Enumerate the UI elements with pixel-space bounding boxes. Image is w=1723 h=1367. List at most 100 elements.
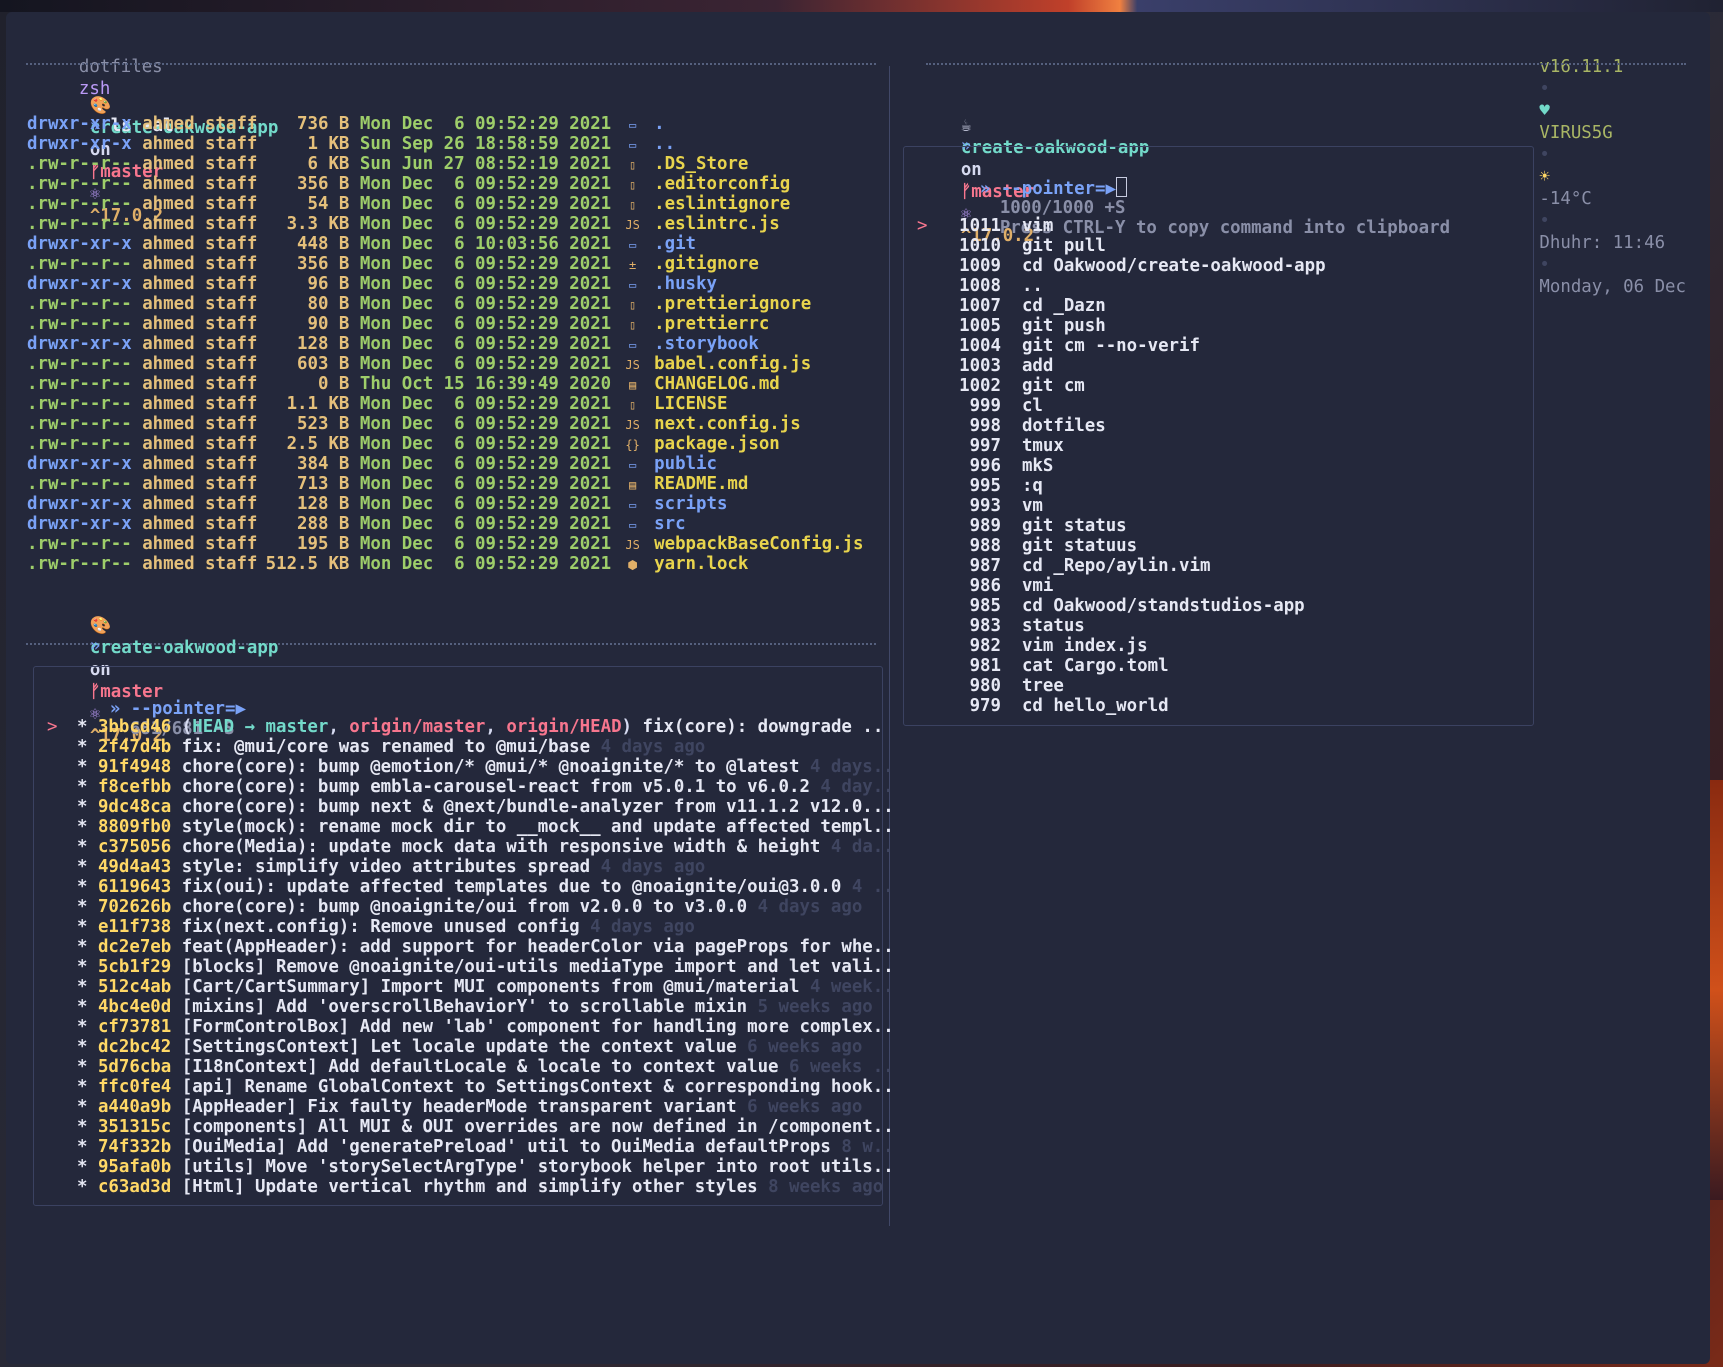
history-command: dotfiles [1021, 416, 1106, 436]
permissions: .rw-r--r-- [27, 294, 132, 314]
history-item[interactable]: 995 :q [917, 475, 1043, 497]
history-item[interactable]: 980 tree [917, 675, 1064, 697]
history-item[interactable]: 1004 git cm --no-verif [917, 335, 1200, 357]
history-item[interactable]: 993 vm [917, 495, 1043, 517]
history-item[interactable]: 985 cd Oakwood/standstudios-app [917, 595, 1305, 617]
commit-row[interactable]: * 8809fb0 style(mock): rename mock dir t… [47, 816, 894, 838]
git-log-query[interactable]: » --pointer=▶ [47, 676, 246, 719]
history-command: cl [1021, 396, 1043, 416]
permissions: .rw-r--r-- [27, 214, 132, 234]
history-item[interactable]: 986 vmi [917, 575, 1054, 597]
commit-row[interactable]: * dc2e7eb feat(AppHeader): add support f… [47, 936, 894, 958]
history-item[interactable]: 982 vim index.js [917, 635, 1148, 657]
history-item[interactable]: 981 cat Cargo.toml [917, 655, 1169, 677]
commit-message: [utils] Move 'storySelectArgType' storyb… [181, 1157, 894, 1177]
file-name: babel.config.js [654, 354, 812, 374]
history-item[interactable]: 1009 cd Oakwood/create-oakwood-app [917, 255, 1325, 277]
commit-row[interactable]: * 9dc48ca chore(core): bump next & @next… [47, 796, 894, 818]
file-size: 603 B [297, 354, 350, 374]
history-item[interactable]: 988 git statuus [917, 535, 1138, 557]
owner: ahmed [142, 214, 195, 234]
commit-row[interactable]: * f8cefbb chore(core): bump embla-carous… [47, 776, 894, 798]
history-item[interactable]: 1005 git push [917, 315, 1106, 337]
modified-date: Sun Jun 27 08:52:19 2021 [359, 154, 612, 174]
history-item[interactable]: 998 dotfiles [917, 415, 1106, 437]
commit-row[interactable]: >* 3bbcd46 HEAD → master, origin/master,… [47, 716, 883, 738]
history-item[interactable]: 1010 git pull [917, 235, 1106, 257]
group: staff [205, 294, 258, 314]
command-input-right[interactable]: » [898, 113, 971, 156]
file-size: 1 KB [307, 134, 350, 154]
file-row: .rw-r--r-- ahmed staff 80 B Mon Dec 6 09:… [27, 293, 811, 315]
owner: ahmed [142, 234, 195, 254]
tmux-session-name[interactable]: dotfiles zsh [37, 34, 163, 99]
commit-row[interactable]: * 5cb1f29 [blocks] Remove @noaignite/oui… [47, 956, 894, 978]
commit-row[interactable]: * 95afa0b [utils] Move 'storySelectArgTy… [47, 1156, 894, 1178]
history-number: 979 [969, 696, 1001, 716]
commit-row[interactable]: * 351315c [components] All MUI & OUI ove… [47, 1116, 894, 1138]
commit-row[interactable]: * 702626b chore(core): bump @noaignite/o… [47, 896, 862, 918]
history-item[interactable]: 989 git status [917, 515, 1127, 537]
history-item[interactable]: >1011 vim [917, 215, 1053, 237]
commit-row[interactable]: * 4bc4e0d [mixins] Add 'overscrollBehavi… [47, 996, 873, 1018]
history-item[interactable]: 1002 git cm [917, 375, 1085, 397]
history-command: git statuus [1021, 536, 1138, 556]
history-item[interactable]: 1003 add [917, 355, 1053, 377]
owner: ahmed [142, 294, 195, 314]
owner: ahmed [142, 314, 195, 334]
commit-row[interactable]: * 512c4ab [Cart/CartSummary] Import MUI … [47, 976, 894, 998]
commit-row[interactable]: * 5d76cba [I18nContext] Add defaultLocal… [47, 1056, 894, 1078]
commit-row[interactable]: * c63ad3d [Html] Update vertical rhythm … [47, 1176, 883, 1198]
history-item[interactable]: 987 cd _Repo/aylin.vim [917, 555, 1211, 577]
status-right: v16.11.1 • ♥ VIRUS5G • ☀ -14°C • Dhuhr: … [1539, 57, 1686, 297]
commit-message: [OuiMedia] Add 'generatePreload' util to… [181, 1137, 831, 1157]
commit-hash: 9dc48ca [97, 797, 172, 817]
lock-icon: ⬢ [627, 558, 638, 572]
commit-row[interactable]: * a440a9b [AppHeader] Fix faulty headerM… [47, 1096, 862, 1118]
commit-row[interactable]: * 74f332b [OuiMedia] Add 'generatePreloa… [47, 1136, 894, 1158]
group: staff [205, 374, 258, 394]
pane-divider-vertical[interactable] [889, 66, 890, 1226]
file-size: 2.5 KB [286, 434, 350, 454]
commit-row[interactable]: * 2f47d4b fix: @mui/core was renamed to … [47, 736, 705, 758]
commit-row[interactable]: * c375056 chore(Media): update mock data… [47, 836, 894, 858]
commit-message: chore(core): bump @emotion/* @mui/* @noa… [181, 757, 800, 777]
graph-node: * [77, 717, 98, 737]
history-number: 1005 [959, 316, 1001, 336]
history-item[interactable]: 999 cl [917, 395, 1043, 417]
git-log-picker[interactable]: » --pointer=▶ 681/681 -S >* 3bbcd46 HEAD… [33, 666, 894, 1206]
commit-row[interactable]: * 49d4a43 style: simplify video attribut… [47, 856, 705, 878]
terminal-window[interactable]: dotfiles zsh v16.11.1 • ♥ VIRUS5G • ☀ -1… [6, 12, 1710, 1364]
group: staff [205, 174, 258, 194]
commit-row[interactable]: * e11f738 fix(next.config): Remove unuse… [47, 916, 695, 938]
commit-row[interactable]: * cf73781 [FormControlBox] Add new 'lab'… [47, 1016, 894, 1038]
history-picker[interactable]: » --pointer=▶ 1000/1000 +S Press CTRL-Y … [903, 146, 1534, 726]
permissions: .rw-r--r-- [27, 554, 132, 574]
commit-hash: 91f4948 [97, 757, 172, 777]
history-item[interactable]: 979 cd hello_world [917, 695, 1169, 717]
commit-row[interactable]: * 91f4948 chore(core): bump @emotion/* @… [47, 756, 894, 778]
pane-border-top-right [926, 63, 1686, 65]
owner: ahmed [142, 394, 195, 414]
graph-node: * [77, 737, 98, 757]
history-item[interactable]: 1008 .. [917, 275, 1043, 297]
history-item[interactable]: 983 status [917, 615, 1085, 637]
file-name: . [654, 114, 665, 134]
history-item[interactable]: 997 tmux [917, 435, 1064, 457]
history-item[interactable]: 996 mkS [917, 455, 1054, 477]
history-item[interactable]: 1007 cd _Dazn [917, 295, 1106, 317]
graph-node: * [77, 797, 98, 817]
commit-row[interactable]: * 6119643 fix(oui): update affected temp… [47, 876, 894, 898]
commit-row[interactable]: * dc2bc42 [SettingsContext] Let locale u… [47, 1036, 862, 1058]
commit-hash: 4bc4e0d [97, 997, 172, 1017]
history-command: git cm --no-verif [1021, 336, 1200, 356]
command-input[interactable]: » [27, 613, 100, 656]
commit-row[interactable]: * ffc0fe4 [api] Rename GlobalContext to … [47, 1076, 894, 1098]
command-line[interactable]: » ls -al [27, 93, 174, 136]
history-number: 983 [969, 616, 1001, 636]
network-name: VIRUS5G [1539, 123, 1613, 143]
history-query[interactable]: » --pointer=▶ [917, 155, 1127, 199]
file-size: 6 KB [307, 154, 350, 174]
group: staff [205, 414, 258, 434]
file-name: .prettierignore [654, 294, 812, 314]
